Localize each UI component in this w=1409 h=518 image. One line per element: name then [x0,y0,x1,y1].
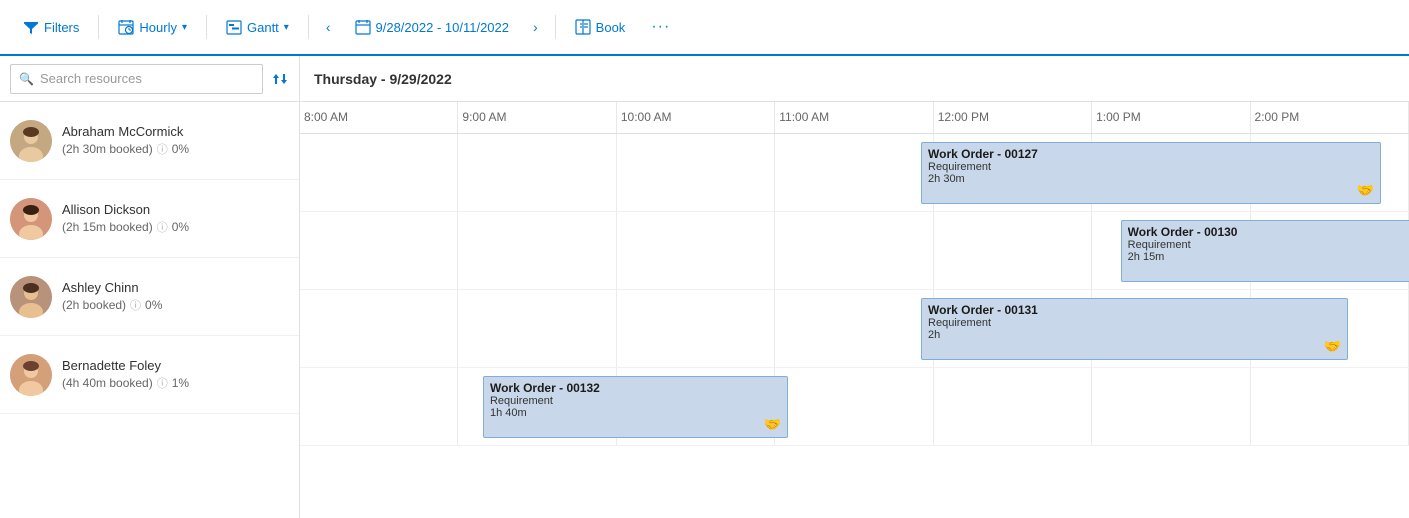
date-range-button[interactable]: 9/28/2022 - 10/11/2022 [344,12,521,42]
time-header-5: 1:00 PM [1092,102,1250,133]
sort-icon [271,70,289,88]
gantt-area: Thursday - 9/29/2022 8:00 AM9:00 AM10:00… [300,56,1409,518]
toolbar: Filters Hourly ▾ Gantt ▾ ‹ [0,0,1409,56]
book-label: Book [596,20,626,35]
gantt-button[interactable]: Gantt ▾ [215,12,300,42]
wo-duration-wo127: 2h 30m [928,173,1374,185]
time-header-1: 9:00 AM [458,102,616,133]
info-icon-ashley: ⓘ [130,297,141,313]
wo-title-wo130: Work Order - 00130 [1128,225,1409,239]
resource-list: Abraham McCormick (2h 30m booked) ⓘ 0% A… [0,102,299,518]
filter-icon [23,19,39,35]
info-icon-bernadette: ⓘ [157,375,168,391]
gantt-date: Thursday - 9/29/2022 [314,71,452,87]
gantt-date-header: Thursday - 9/29/2022 [300,56,1409,102]
info-icon-abraham: ⓘ [157,141,168,157]
book-icon [575,19,591,35]
divider-3 [308,15,309,39]
wo-duration-wo132: 1h 40m [490,407,781,419]
wo-type-wo131: Requirement [928,317,1341,329]
gantt-row-abraham: Work Order - 00127 Requirement 2h 30m 🤝 [300,134,1409,212]
calendar-icon [355,19,371,35]
search-icon: 🔍 [19,72,34,86]
filters-label: Filters [44,20,79,35]
time-header-6: 2:00 PM [1251,102,1409,133]
gantt-icon [226,19,242,35]
handshake-icon-wo132: 🤝 [764,416,781,433]
resource-row-bernadette[interactable]: Bernadette Foley (4h 40m booked) ⓘ 1% [0,336,299,414]
gantt-label: Gantt [247,20,279,35]
time-header-2: 10:00 AM [617,102,775,133]
more-button[interactable]: ··· [640,11,681,43]
time-header-4: 12:00 PM [934,102,1092,133]
resource-row-allison[interactable]: Allison Dickson (2h 15m booked) ⓘ 0% [0,180,299,258]
resource-name-bernadette: Bernadette Foley [62,358,189,373]
main-layout: 🔍 Search resources Abraham McCormick [0,56,1409,518]
search-placeholder: Search resources [40,71,142,86]
sort-button[interactable] [271,70,289,88]
resource-row-ashley[interactable]: Ashley Chinn (2h booked) ⓘ 0% [0,258,299,336]
avatar-abraham [10,120,52,162]
gantt-row-allison: Work Order - 00130 Requirement 2h 15m [300,212,1409,290]
resource-name-ashley: Ashley Chinn [62,280,162,295]
time-header-3: 11:00 AM [775,102,933,133]
resource-info-abraham: Abraham McCormick (2h 30m booked) ⓘ 0% [62,124,189,157]
divider-4 [555,15,556,39]
info-icon-allison: ⓘ [157,219,168,235]
wo-title-wo131: Work Order - 00131 [928,303,1341,317]
wo-type-wo127: Requirement [928,161,1374,173]
divider-2 [206,15,207,39]
hourly-button[interactable]: Hourly ▾ [107,12,198,42]
resource-meta-ashley: (2h booked) ⓘ 0% [62,297,162,313]
resource-meta-bernadette: (4h 40m booked) ⓘ 1% [62,375,189,391]
handshake-icon-wo127: 🤝 [1357,182,1374,199]
resource-meta-allison: (2h 15m booked) ⓘ 0% [62,219,189,235]
wo-type-wo130: Requirement [1128,239,1409,251]
work-order-wo132[interactable]: Work Order - 00132 Requirement 1h 40m 🤝 [483,376,788,438]
avatar-ashley [10,276,52,318]
resource-meta-abraham: (2h 30m booked) ⓘ 0% [62,141,189,157]
search-resources-box[interactable]: 🔍 Search resources [10,64,263,94]
hourly-label: Hourly [139,20,177,35]
resource-info-ashley: Ashley Chinn (2h booked) ⓘ 0% [62,280,162,313]
time-header-0: 8:00 AM [300,102,458,133]
gantt-row-ashley: Work Order - 00131 Requirement 2h 🤝 [300,290,1409,368]
sidebar: 🔍 Search resources Abraham McCormick [0,56,300,518]
filters-button[interactable]: Filters [12,12,90,42]
resource-name-allison: Allison Dickson [62,202,189,217]
divider-1 [98,15,99,39]
resource-info-bernadette: Bernadette Foley (4h 40m booked) ⓘ 1% [62,358,189,391]
prev-button[interactable]: ‹ [317,12,340,42]
hourly-chevron: ▾ [182,22,187,33]
gantt-time-header: 8:00 AM9:00 AM10:00 AM11:00 AM12:00 PM1:… [300,102,1409,134]
next-icon: › [533,19,538,35]
gantt-chevron: ▾ [284,22,289,33]
next-button[interactable]: › [524,12,547,42]
avatar-bernadette [10,354,52,396]
date-range-label: 9/28/2022 - 10/11/2022 [376,20,510,35]
resource-info-allison: Allison Dickson (2h 15m booked) ⓘ 0% [62,202,189,235]
resource-row-abraham[interactable]: Abraham McCormick (2h 30m booked) ⓘ 0% [0,102,299,180]
avatar-allison [10,198,52,240]
prev-icon: ‹ [326,19,331,35]
wo-title-wo127: Work Order - 00127 [928,147,1374,161]
work-order-wo130[interactable]: Work Order - 00130 Requirement 2h 15m [1121,220,1409,282]
calendar-clock-icon [118,19,134,35]
wo-type-wo132: Requirement [490,395,781,407]
wo-title-wo132: Work Order - 00132 [490,381,781,395]
grid-bernadette [300,368,1409,445]
work-order-wo127[interactable]: Work Order - 00127 Requirement 2h 30m 🤝 [921,142,1381,204]
sidebar-search-bar: 🔍 Search resources [0,56,299,102]
gantt-rows-container: Work Order - 00127 Requirement 2h 30m 🤝 … [300,134,1409,518]
resource-name-abraham: Abraham McCormick [62,124,189,139]
gantt-row-bernadette: Work Order - 00132 Requirement 1h 40m 🤝 [300,368,1409,446]
more-label: ··· [651,18,670,36]
handshake-icon-wo131: 🤝 [1324,338,1341,355]
book-button[interactable]: Book [564,12,637,42]
wo-duration-wo131: 2h [928,329,1341,341]
wo-duration-wo130: 2h 15m [1128,251,1409,263]
work-order-wo131[interactable]: Work Order - 00131 Requirement 2h 🤝 [921,298,1348,360]
